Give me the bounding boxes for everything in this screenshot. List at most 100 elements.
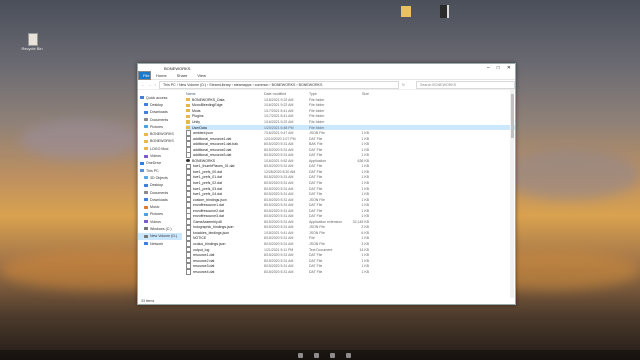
sidebar-item[interactable]: Quick access bbox=[138, 94, 182, 101]
sidebar-item-label: This PC bbox=[146, 168, 159, 173]
sidebar-item[interactable]: Music bbox=[138, 203, 182, 210]
file-name: resource2.dat bbox=[193, 258, 215, 263]
file-name-cell: MonoBleedingEdge bbox=[186, 103, 264, 107]
file-type: DAT File bbox=[309, 214, 323, 219]
sidebar-item[interactable]: Videos bbox=[138, 152, 182, 159]
sidebar-item-label: Quick access bbox=[146, 95, 168, 100]
file-name: NOTICE bbox=[193, 236, 207, 241]
address-bar[interactable]: This PC › New Volume (D:) › SteamLibrary… bbox=[158, 80, 399, 89]
sidebar-item[interactable]: Documents bbox=[138, 189, 182, 196]
file-name: BONEWORKS bbox=[192, 158, 216, 163]
file-name-cell: Plugins bbox=[186, 114, 264, 118]
file-date: 8/15/2020 5:31 AM bbox=[264, 153, 294, 158]
maximize-icon[interactable]: □ bbox=[497, 65, 500, 71]
refresh-icon[interactable]: ↻ bbox=[402, 83, 405, 87]
close-icon[interactable]: ✕ bbox=[507, 65, 511, 71]
column-size[interactable]: Size bbox=[347, 92, 369, 96]
sidebar-item-label: Pictures bbox=[150, 212, 163, 217]
file-type: JSON File bbox=[309, 197, 325, 202]
sidebar-item[interactable]: BONEWORKS bbox=[138, 138, 182, 145]
sidebar-item[interactable]: This PC bbox=[138, 167, 182, 174]
sidebar-item[interactable]: Documents bbox=[138, 116, 182, 123]
app-icon bbox=[186, 159, 190, 163]
file-name: bwr1_prefs_01.dat bbox=[193, 175, 222, 180]
file-date: 8/15/2020 5:31 AM bbox=[264, 203, 294, 208]
file-size: 1 KB bbox=[361, 136, 369, 141]
up-icon[interactable]: ↑ bbox=[154, 83, 156, 87]
file-name: knuckles_bindings.json bbox=[193, 230, 229, 235]
file-name-cell: resource4.dat bbox=[186, 268, 264, 275]
file-date: 8/15/2020 5:31 AM bbox=[264, 147, 294, 152]
sidebar-item[interactable]: Pictures bbox=[138, 123, 182, 130]
file-size: 32,145 KB bbox=[352, 219, 369, 224]
cloud-icon bbox=[140, 161, 144, 165]
sidebar-item[interactable]: Downloads bbox=[138, 109, 182, 116]
desktop-app-icon[interactable] bbox=[440, 5, 449, 18]
tab-file[interactable]: File bbox=[138, 71, 151, 80]
taskbar-icon[interactable] bbox=[298, 353, 303, 358]
tab-view[interactable]: View bbox=[192, 73, 211, 78]
tab-home[interactable]: Home bbox=[151, 73, 172, 78]
search-input[interactable]: Search BONEWORKS bbox=[416, 80, 515, 89]
folder-icon bbox=[144, 132, 148, 136]
file-date: 1/17/2021 8:41 AM bbox=[264, 114, 294, 119]
file-row[interactable]: resource4.dat 8/15/2020 5:31 AM DAT File 1 … bbox=[186, 268, 515, 275]
back-icon[interactable]: ← bbox=[141, 83, 145, 87]
videos-icon bbox=[144, 154, 148, 158]
sidebar-item[interactable]: Desktop bbox=[138, 182, 182, 189]
file-name: Mods bbox=[192, 108, 201, 113]
file-name: additional_resource1.dat.bak bbox=[193, 142, 238, 147]
minimize-icon[interactable]: – bbox=[487, 65, 490, 71]
taskbar-icon[interactable] bbox=[314, 353, 319, 358]
file-type: JSON File bbox=[309, 241, 325, 246]
column-type[interactable]: Type bbox=[309, 92, 347, 96]
sidebar-item-label: Downloads bbox=[150, 110, 168, 115]
sidebar-item[interactable]: Downloads bbox=[138, 196, 182, 203]
desktop-folder-icon[interactable] bbox=[401, 6, 411, 17]
file-name: MonoBleedingEdge bbox=[192, 103, 223, 108]
sidebar-item[interactable]: LOGO Mod bbox=[138, 145, 182, 152]
tab-share[interactable]: Share bbox=[172, 73, 193, 78]
pictures-icon bbox=[144, 212, 148, 216]
file-size: 1 KB bbox=[361, 258, 369, 263]
file-type: Text Document bbox=[309, 247, 333, 252]
sidebar-item[interactable]: 3D Objects bbox=[138, 174, 182, 181]
file-date: 1/16/2021 9:22 AM bbox=[264, 97, 294, 102]
sidebar-item-label: BONEWORKS bbox=[150, 139, 174, 144]
file-size: 1 KB bbox=[361, 197, 369, 202]
file-date: 8/15/2020 5:31 AM bbox=[264, 214, 294, 219]
sidebar-item[interactable]: New Volume (D:) bbox=[138, 232, 182, 240]
taskbar-icon[interactable] bbox=[346, 353, 351, 358]
desktop-document-icon[interactable] bbox=[28, 33, 38, 46]
scrollbar-thumb[interactable] bbox=[510, 94, 514, 138]
file-name: additional_resource1.dat bbox=[193, 136, 232, 141]
sidebar-item[interactable]: BONEWORKS bbox=[138, 130, 182, 137]
sidebar-item[interactable]: Desktop bbox=[138, 101, 182, 108]
file-date: 1/16/2021 9:22 AM bbox=[264, 119, 294, 124]
column-date[interactable]: Date modified bbox=[264, 92, 309, 96]
column-name[interactable]: Name bbox=[186, 92, 264, 96]
file-size: 2 KB bbox=[361, 225, 369, 230]
folder-icon bbox=[186, 114, 190, 118]
sidebar-item[interactable]: Windows (C:) bbox=[138, 225, 182, 232]
file-type: JSON File bbox=[309, 230, 325, 235]
sidebar-item[interactable]: Network bbox=[138, 240, 182, 247]
file-type: DAT File bbox=[309, 169, 323, 174]
file-type: DAT File bbox=[309, 153, 323, 158]
file-date: 1/18/2021 9:41 AM bbox=[264, 230, 294, 235]
sidebar-item[interactable]: OneDrive bbox=[138, 160, 182, 167]
file-name-cell: Mods bbox=[186, 109, 264, 113]
vertical-scrollbar[interactable] bbox=[510, 90, 514, 298]
sidebar-item[interactable]: Pictures bbox=[138, 211, 182, 218]
sidebar-item[interactable]: Videos bbox=[138, 218, 182, 225]
file-date: 1/21/2021 5:11 PM bbox=[264, 247, 294, 252]
file-name: output_log bbox=[193, 247, 210, 252]
forward-icon[interactable]: → bbox=[148, 83, 152, 87]
file-size: 3 KB bbox=[361, 241, 369, 246]
file-date: 8/15/2020 5:31 AM bbox=[264, 241, 294, 246]
taskbar-icon[interactable] bbox=[330, 353, 335, 358]
sidebar-item-label: Desktop bbox=[150, 102, 164, 107]
file-size: 1 KB bbox=[361, 175, 369, 180]
file-name: bwr1_prefs_00.dat bbox=[193, 169, 222, 174]
file-type: File bbox=[309, 236, 315, 241]
